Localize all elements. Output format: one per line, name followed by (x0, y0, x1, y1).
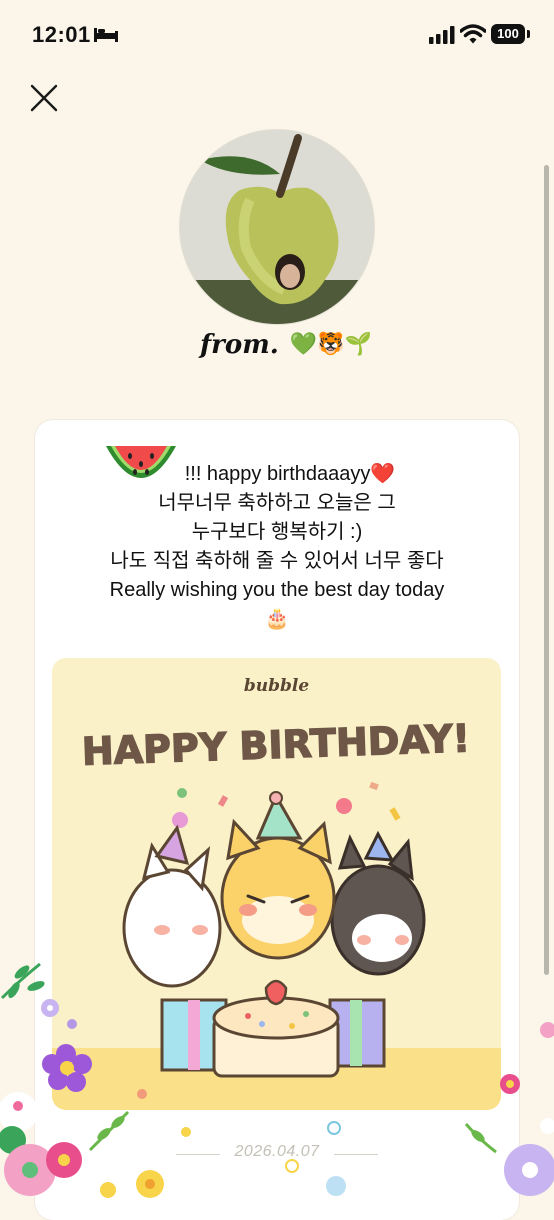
scrollbar[interactable] (544, 165, 549, 975)
close-button[interactable] (26, 80, 62, 116)
sender-avatar[interactable] (180, 130, 374, 324)
sender-label: from. 💚🐯🌱 (200, 330, 372, 370)
message-line: !!! happy birthdaaayy❤️ (184, 463, 396, 485)
close-icon (30, 84, 58, 112)
message-line: 누구보다 행복하기 :) (191, 521, 363, 543)
letter-date: 2026.04.07 (234, 1143, 320, 1160)
cellular-signal-icon (429, 26, 455, 44)
letter-message: !!! happy birthdaaayy❤️ 너무너무 축하하고 오늘은 그 … (35, 460, 519, 634)
from-text: from. (200, 330, 279, 360)
sender-emojis: 💚🐯🌱 (289, 331, 373, 357)
wifi-icon (460, 24, 486, 44)
birthday-card-image[interactable]: HAPPY BIRTHDAY! (52, 658, 501, 1110)
card-headline: HAPPY BIRTHDAY! (81, 716, 471, 774)
message-line: 나도 직접 축하해 줄 수 있어서 너무 좋다 (110, 550, 444, 572)
bubble-logo: bubble (243, 676, 310, 696)
date-divider-right (334, 1154, 378, 1155)
bed-icon (94, 28, 118, 42)
message-line: Really wishing you the best day today (109, 579, 445, 601)
status-bar: 12:01 100 (0, 0, 554, 70)
battery-cap (527, 30, 530, 38)
battery-icon: 100 (491, 24, 525, 44)
message-line: 🎂 (264, 608, 290, 630)
avatar-image (180, 130, 374, 324)
message-line: 너무너무 축하하고 오늘은 그 (158, 492, 396, 514)
status-time: 12:01 (32, 22, 91, 47)
birthday-illustration: HAPPY BIRTHDAY! (52, 715, 501, 1110)
